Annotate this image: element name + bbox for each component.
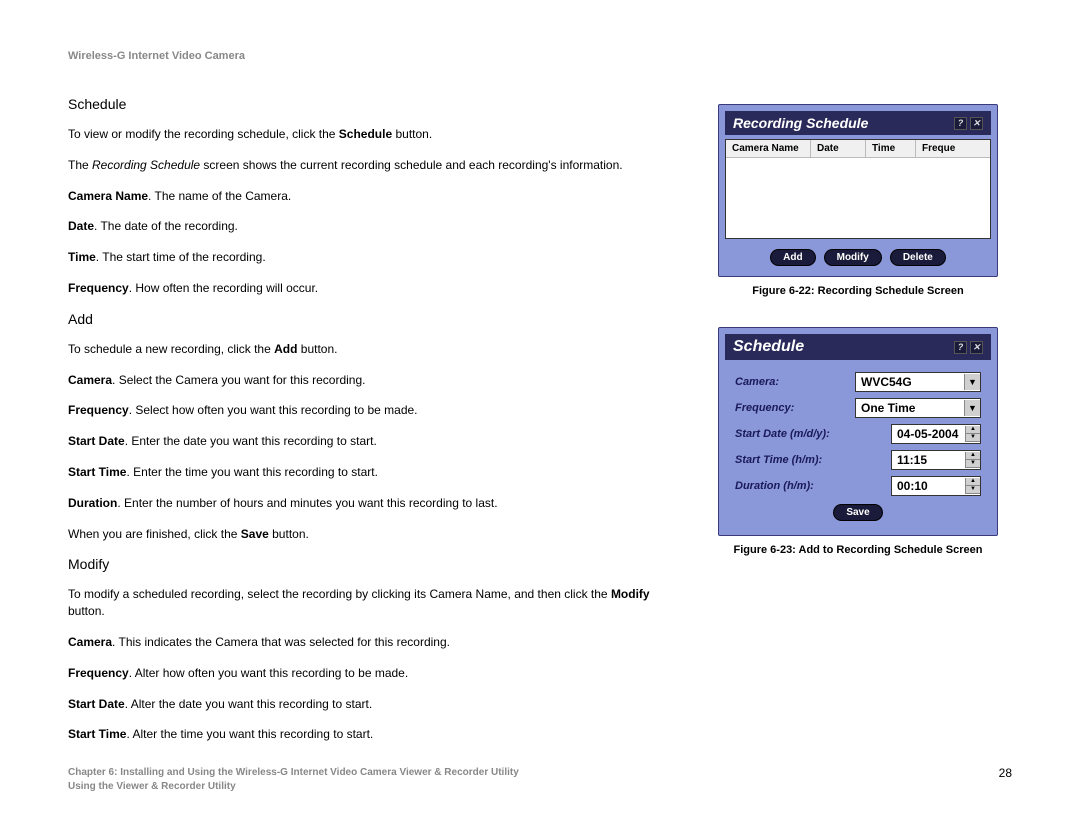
spinner-icon[interactable]: ▲▼ bbox=[965, 426, 980, 442]
label-duration: Duration (h/m): bbox=[735, 480, 855, 492]
window-title-bar: Schedule ? ✕ bbox=[725, 334, 991, 360]
close-icon[interactable]: ✕ bbox=[970, 341, 983, 354]
col-time: Time bbox=[866, 140, 916, 157]
add-button[interactable]: Add bbox=[770, 249, 815, 266]
save-button[interactable]: Save bbox=[833, 504, 882, 521]
figure-caption: Figure 6-22: Recording Schedule Screen bbox=[752, 285, 964, 297]
footer-section: Using the Viewer & Recorder Utility bbox=[68, 780, 519, 794]
footer-chapter: Chapter 6: Installing and Using the Wire… bbox=[68, 766, 519, 780]
spinner-icon[interactable]: ▲▼ bbox=[965, 478, 980, 494]
field-frequency: Frequency. Alter how often you want this… bbox=[68, 665, 678, 682]
field-camera: Camera. Select the Camera you want for t… bbox=[68, 372, 678, 389]
field-date: Date. The date of the recording. bbox=[68, 218, 678, 235]
heading-modify: Modify bbox=[68, 556, 678, 572]
label-camera: Camera: bbox=[735, 376, 855, 388]
label-frequency: Frequency: bbox=[735, 402, 855, 414]
field-camera: Camera. This indicates the Camera that w… bbox=[68, 634, 678, 651]
camera-dropdown[interactable]: WVC54G ▼ bbox=[855, 372, 981, 392]
start-time-field[interactable]: 11:15 ▲▼ bbox=[891, 450, 981, 470]
document-header: Wireless-G Internet Video Camera bbox=[68, 50, 1012, 62]
start-date-field[interactable]: 04-05-2004 ▲▼ bbox=[891, 424, 981, 444]
paragraph: The Recording Schedule screen shows the … bbox=[68, 157, 678, 174]
schedule-form-screenshot: Schedule ? ✕ Camera: WVC54G ▼ Frequency: bbox=[718, 327, 998, 536]
help-icon[interactable]: ? bbox=[954, 117, 967, 130]
col-camera-name: Camera Name bbox=[726, 140, 811, 157]
modify-button[interactable]: Modify bbox=[824, 249, 882, 266]
duration-field[interactable]: 00:10 ▲▼ bbox=[891, 476, 981, 496]
col-date: Date bbox=[811, 140, 866, 157]
heading-schedule: Schedule bbox=[68, 96, 678, 112]
help-icon[interactable]: ? bbox=[954, 341, 967, 354]
field-duration: Duration. Enter the number of hours and … bbox=[68, 495, 678, 512]
delete-button[interactable]: Delete bbox=[890, 249, 946, 266]
page-footer: Chapter 6: Installing and Using the Wire… bbox=[68, 766, 1012, 794]
field-start-time: Start Time. Alter the time you want this… bbox=[68, 726, 678, 743]
recording-schedule-screenshot: Recording Schedule ? ✕ Camera Name Date … bbox=[718, 104, 998, 277]
label-start-time: Start Time (h/m): bbox=[735, 454, 855, 466]
label-start-date: Start Date (m/d/y): bbox=[735, 428, 855, 440]
figure-caption: Figure 6-23: Add to Recording Schedule S… bbox=[734, 544, 983, 556]
schedule-table: Camera Name Date Time Freque bbox=[725, 139, 991, 239]
chevron-down-icon[interactable]: ▼ bbox=[964, 374, 980, 390]
window-title-bar: Recording Schedule ? ✕ bbox=[725, 111, 991, 135]
field-camera-name: Camera Name. The name of the Camera. bbox=[68, 188, 678, 205]
spinner-icon[interactable]: ▲▼ bbox=[965, 452, 980, 468]
field-frequency: Frequency. How often the recording will … bbox=[68, 280, 678, 297]
figures-column: Recording Schedule ? ✕ Camera Name Date … bbox=[708, 86, 1008, 757]
window-title: Recording Schedule bbox=[733, 115, 868, 131]
field-start-date: Start Date. Alter the date you want this… bbox=[68, 696, 678, 713]
heading-add: Add bbox=[68, 311, 678, 327]
field-start-date: Start Date. Enter the date you want this… bbox=[68, 433, 678, 450]
paragraph: To modify a scheduled recording, select … bbox=[68, 586, 678, 620]
paragraph: To view or modify the recording schedule… bbox=[68, 126, 678, 143]
body-text-column: Schedule To view or modify the recording… bbox=[68, 86, 678, 757]
field-time: Time. The start time of the recording. bbox=[68, 249, 678, 266]
close-icon[interactable]: ✕ bbox=[970, 117, 983, 130]
window-title: Schedule bbox=[733, 338, 804, 356]
field-start-time: Start Time. Enter the time you want this… bbox=[68, 464, 678, 481]
frequency-dropdown[interactable]: One Time ▼ bbox=[855, 398, 981, 418]
field-frequency: Frequency. Select how often you want thi… bbox=[68, 402, 678, 419]
col-frequency: Freque bbox=[916, 140, 990, 157]
paragraph: When you are finished, click the Save bu… bbox=[68, 526, 678, 543]
paragraph: To schedule a new recording, click the A… bbox=[68, 341, 678, 358]
page-number: 28 bbox=[999, 766, 1012, 780]
chevron-down-icon[interactable]: ▼ bbox=[964, 400, 980, 416]
